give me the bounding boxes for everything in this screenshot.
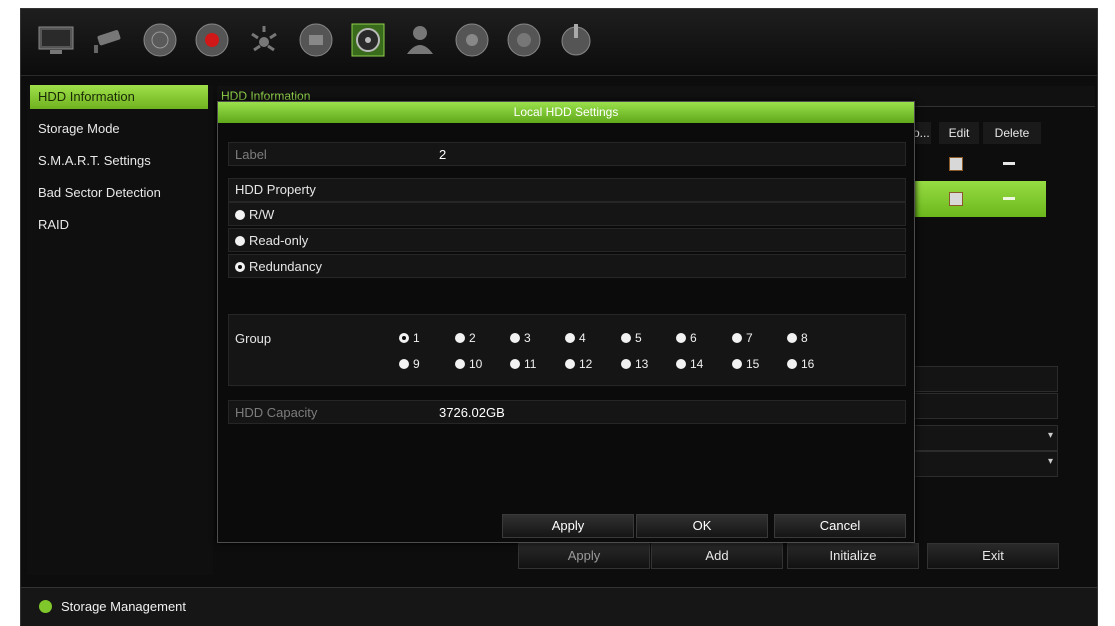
radio-icon — [676, 333, 686, 343]
network-icon[interactable] — [137, 17, 183, 63]
radio-icon — [732, 359, 742, 369]
group-radio-16[interactable]: 16 — [787, 357, 814, 371]
background-field — [913, 393, 1058, 419]
radio-label: Read-only — [249, 233, 309, 248]
sidebar-item-storage-mode[interactable]: Storage Mode — [30, 117, 208, 141]
sidebar: HDD Information Storage Mode S.M.A.R.T. … — [27, 85, 213, 575]
dialog-title: Local HDD Settings — [218, 102, 914, 123]
group-radio-12[interactable]: 12 — [565, 357, 592, 371]
group-radio-3[interactable]: 3 — [510, 331, 531, 345]
group-radio-9[interactable]: 9 — [399, 357, 420, 371]
table-row-selected[interactable] — [913, 181, 1046, 217]
edit-icon[interactable] — [949, 192, 963, 206]
radio-redundancy[interactable]: Redundancy — [228, 254, 906, 278]
background-dropdown[interactable]: ▾ — [913, 451, 1058, 477]
radio-icon — [235, 236, 245, 246]
user-icon[interactable] — [397, 17, 443, 63]
delete-icon[interactable] — [1003, 197, 1015, 200]
group-radio-10[interactable]: 10 — [455, 357, 482, 371]
status-label: Storage Management — [61, 599, 187, 614]
radio-icon — [787, 333, 797, 343]
column-header-edit: Edit — [939, 122, 979, 144]
add-button[interactable]: Add — [651, 543, 783, 569]
radio-icon — [565, 333, 575, 343]
group-radio-14[interactable]: 14 — [676, 357, 703, 371]
group-radio-2[interactable]: 2 — [455, 331, 476, 345]
storage-icon[interactable] — [345, 17, 391, 63]
system-icon[interactable] — [449, 17, 495, 63]
monitor-icon[interactable] — [33, 17, 79, 63]
dialog-apply-button[interactable]: Apply — [502, 514, 634, 538]
chevron-down-icon: ▾ — [1047, 430, 1053, 441]
radio-icon — [455, 359, 465, 369]
radio-icon — [787, 359, 797, 369]
column-header-delete: Delete — [983, 122, 1041, 144]
radio-icon — [455, 333, 465, 343]
group-radio-1[interactable]: 1 — [399, 331, 420, 345]
radio-read-only[interactable]: Read-only — [228, 228, 906, 252]
radio-icon — [732, 333, 742, 343]
chevron-down-icon: ▾ — [1047, 456, 1053, 467]
sidebar-item-bad-sector-detection[interactable]: Bad Sector Detection — [30, 181, 208, 205]
label-row: Label 2 — [228, 142, 906, 166]
radio-label: Redundancy — [249, 259, 322, 274]
radio-icon — [565, 359, 575, 369]
radio-icon — [399, 359, 409, 369]
hdd-capacity-value: 3726.02GB — [439, 405, 505, 420]
column-header-truncated: o... — [913, 122, 931, 144]
radio-selected-icon — [399, 333, 409, 343]
local-hdd-settings-dialog: Local HDD Settings Label 2 HDD Property … — [217, 101, 915, 543]
background-dropdown[interactable]: ▾ — [913, 425, 1058, 451]
initialize-button[interactable]: Initialize — [787, 543, 919, 569]
sidebar-item-hdd-information[interactable]: HDD Information — [30, 85, 208, 109]
radio-icon — [235, 210, 245, 220]
help-icon[interactable] — [501, 17, 547, 63]
schedule-icon[interactable] — [293, 17, 339, 63]
radio-icon — [510, 333, 520, 343]
power-icon[interactable] — [553, 17, 599, 63]
radio-selected-icon — [235, 262, 245, 272]
nvr-window: HDD Information Storage Mode S.M.A.R.T. … — [20, 8, 1098, 626]
radio-icon — [621, 359, 631, 369]
status-indicator-icon — [39, 600, 52, 613]
group-radio-8[interactable]: 8 — [787, 331, 808, 345]
sidebar-item-smart-settings[interactable]: S.M.A.R.T. Settings — [30, 149, 208, 173]
group-radio-13[interactable]: 13 — [621, 357, 648, 371]
delete-icon[interactable] — [1003, 162, 1015, 165]
group-caption: Group — [235, 331, 272, 346]
label-input[interactable]: 2 — [439, 147, 446, 162]
background-field — [913, 366, 1058, 392]
group-block: Group 1 2 3 4 5 6 7 8 9 10 11 12 13 14 1… — [228, 314, 906, 386]
record-icon[interactable] — [189, 17, 235, 63]
apply-button[interactable]: Apply — [518, 543, 650, 569]
group-radio-11[interactable]: 11 — [510, 357, 536, 371]
dialog-cancel-button[interactable]: Cancel — [774, 514, 906, 538]
top-toolbar — [21, 9, 1097, 76]
group-radio-7[interactable]: 7 — [732, 331, 753, 345]
group-radio-4[interactable]: 4 — [565, 331, 586, 345]
hdd-property-block: HDD Property R/W Read-only Redundancy — [228, 178, 906, 282]
radio-icon — [510, 359, 520, 369]
alarm-icon[interactable] — [241, 17, 287, 63]
dialog-ok-button[interactable]: OK — [636, 514, 768, 538]
label-caption: Label — [235, 147, 267, 162]
group-radio-15[interactable]: 15 — [732, 357, 759, 371]
hdd-capacity-row: HDD Capacity 3726.02GB — [228, 400, 906, 424]
radio-icon — [676, 359, 686, 369]
edit-icon[interactable] — [949, 157, 963, 171]
hdd-capacity-caption: HDD Capacity — [235, 405, 318, 420]
exit-button[interactable]: Exit — [927, 543, 1059, 569]
camera-icon[interactable] — [85, 17, 131, 63]
group-radio-5[interactable]: 5 — [621, 331, 642, 345]
radio-icon — [621, 333, 631, 343]
sidebar-item-raid[interactable]: RAID — [30, 213, 208, 237]
radio-label: R/W — [249, 207, 275, 222]
status-bar: Storage Management — [21, 587, 1097, 626]
radio-rw[interactable]: R/W — [228, 202, 906, 226]
group-radio-6[interactable]: 6 — [676, 331, 697, 345]
hdd-property-caption: HDD Property — [235, 182, 316, 197]
